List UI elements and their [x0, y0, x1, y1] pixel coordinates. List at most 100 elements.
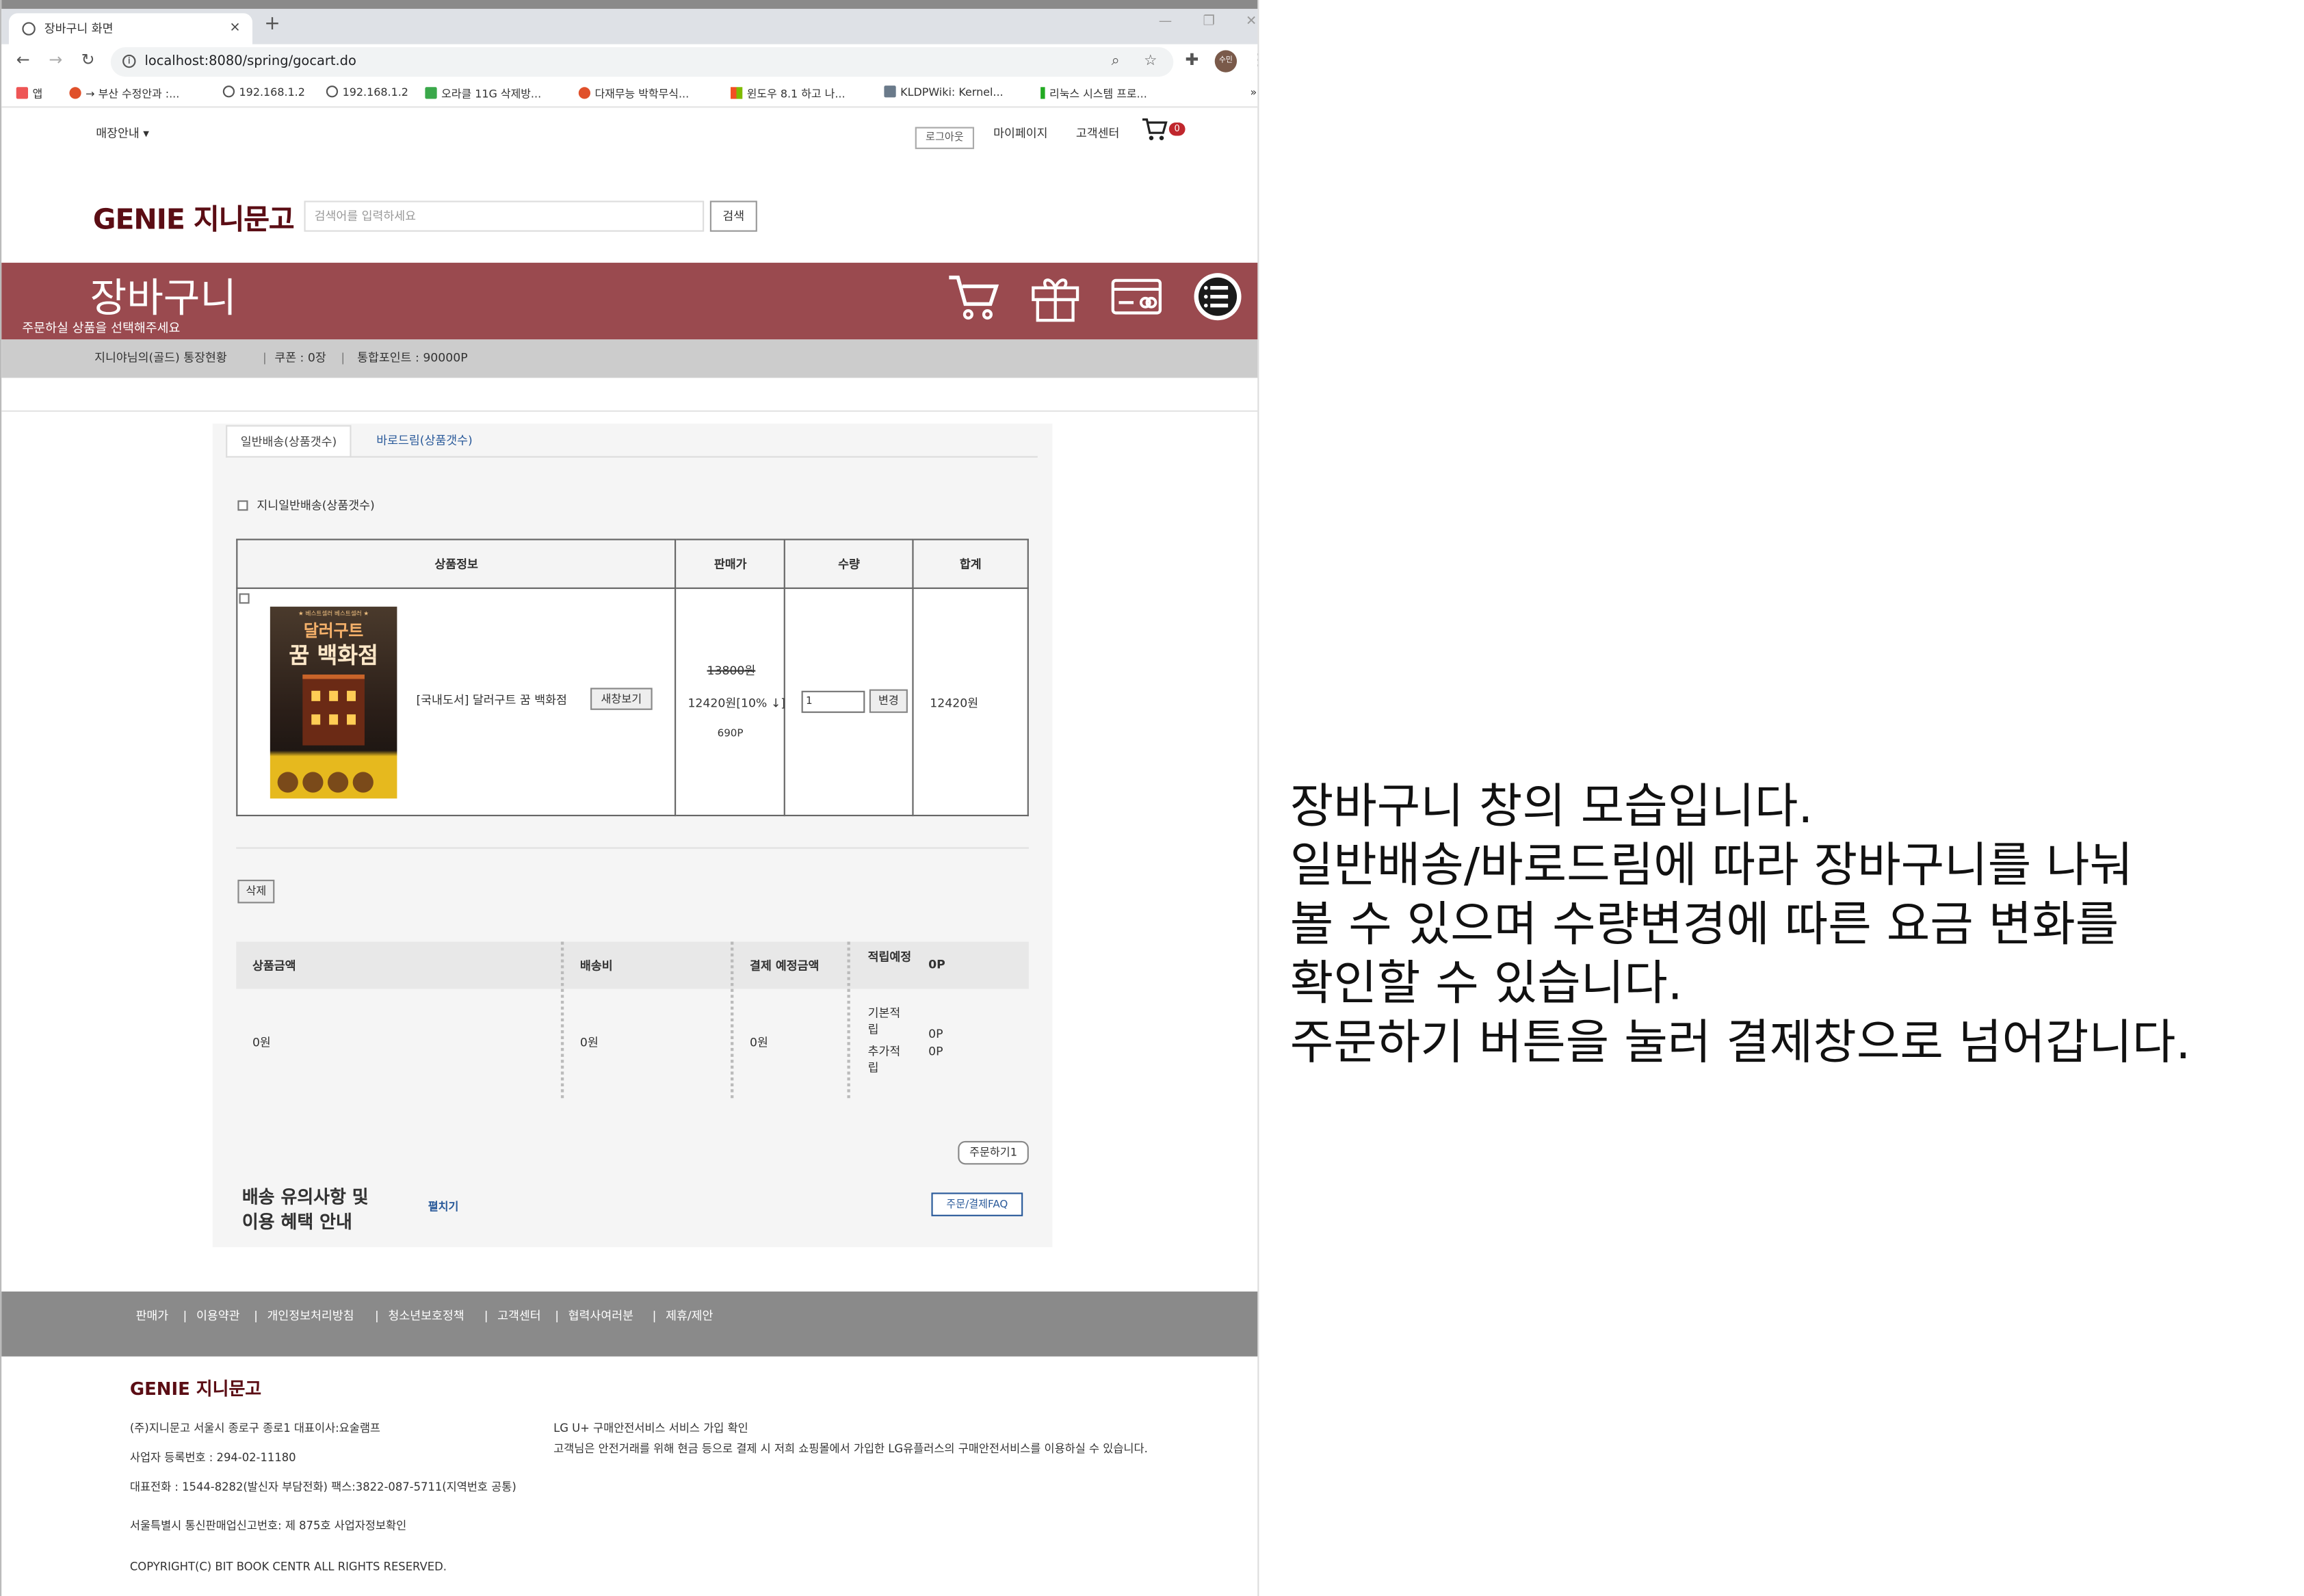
shipping-fee: 0원: [579, 1036, 599, 1050]
profile-avatar[interactable]: 수민: [1214, 50, 1238, 73]
page-subtitle: 주문하실 상품을 선택해주세요: [22, 322, 181, 337]
divider: |: [652, 1309, 657, 1323]
divider: [560, 941, 564, 1099]
list-price: 13800원: [707, 664, 756, 678]
menu-dots-icon[interactable]: ⋮: [1250, 50, 1257, 69]
basic-points-label: 기본적립: [867, 1006, 901, 1036]
minimize-icon[interactable]: —: [1159, 15, 1172, 30]
tab-underline: [226, 456, 1038, 458]
bookmark-item[interactable]: 192.168.1.2: [326, 86, 408, 99]
back-icon[interactable]: ←: [16, 50, 30, 69]
tab-pickup[interactable]: 바로드림(상품갯수): [363, 425, 486, 457]
basic-points-value: 0P: [928, 1027, 943, 1041]
bookmark-item[interactable]: KLDPWiki: Kernel...: [884, 86, 1004, 99]
cover-illustration: [302, 675, 365, 746]
bookmark-apps[interactable]: 앱: [16, 86, 42, 102]
bookmark-item[interactable]: 윈도우 8.1 하고 나...: [731, 86, 846, 102]
store-menu[interactable]: 매장안내 ▾: [96, 125, 149, 142]
address-bar: ← → ↻ i localhost:8080/spring/gocart.do …: [1, 44, 1258, 81]
business-number: 사업자 등록번호 : 294-02-11180: [129, 1450, 296, 1465]
bookmark-item[interactable]: → 부산 수정안과 :...: [69, 86, 179, 102]
footer-link[interactable]: 청소년보호정책: [388, 1292, 464, 1342]
mypage-link[interactable]: 마이페이지: [993, 125, 1047, 142]
search-input[interactable]: 검색어를 입력하세요: [304, 200, 705, 232]
summary-label: 결제 예정금액: [750, 959, 820, 973]
expand-link[interactable]: 펼치기: [428, 1199, 459, 1215]
star-icon[interactable]: ☆: [1144, 47, 1157, 77]
stage: 장바구니 화면 × + — ❐ ✕ ← → ↻ i localhost:8080…: [0, 0, 2304, 1596]
footer-link[interactable]: 개인정보처리방침: [267, 1292, 354, 1342]
quantity-input[interactable]: 1: [801, 690, 865, 714]
browser-window: 장바구니 화면 × + — ❐ ✕ ← → ↻ i localhost:8080…: [0, 0, 1259, 1596]
faq-button[interactable]: 주문/결제FAQ: [931, 1192, 1023, 1216]
summary-label: 배송비: [579, 959, 613, 973]
footer-link[interactable]: 판매가: [135, 1292, 168, 1342]
divider: [731, 941, 734, 1099]
support-link[interactable]: 고객센터: [1076, 125, 1120, 142]
bookmark-item[interactable]: 리눅스 시스템 프로...: [1040, 86, 1147, 102]
tab-title: 장바구니 화면: [44, 22, 114, 36]
new-tab-button[interactable]: +: [264, 13, 280, 35]
cover-badges: [277, 770, 378, 798]
tab-close-icon[interactable]: ×: [229, 13, 240, 44]
delete-button[interactable]: 삭제: [237, 879, 275, 904]
column-header: 합계: [912, 538, 1029, 589]
cart-icon[interactable]: [1141, 118, 1168, 148]
card-icon: [1111, 278, 1162, 315]
bookmarks-bar: 앱 → 부산 수정안과 :... 192.168.1.2 192.168.1.2…: [1, 81, 1258, 108]
select-all-checkbox[interactable]: [237, 500, 248, 511]
restore-icon[interactable]: ❐: [1203, 15, 1214, 30]
item-total: 12420원: [930, 696, 979, 710]
divider: |: [341, 351, 345, 365]
cart-count-badge: 0: [1168, 122, 1186, 136]
bookmark-item[interactable]: 192.168.1.2: [222, 86, 305, 99]
bookmark-item[interactable]: 오라클 11G 삭제방...: [425, 86, 541, 102]
zoom-icon[interactable]: ⌕: [1112, 47, 1120, 77]
footer-links-bar: 판매가 | 이용약관 | 개인정보처리방침 | 청소년보호정책 | 고객센터 |…: [1, 1291, 1258, 1357]
footer-link[interactable]: 고객센터: [497, 1292, 541, 1342]
list-menu-icon: [1194, 273, 1242, 321]
account-status: 지니야님의(골드) 통장현황: [94, 351, 227, 365]
divider: [1, 410, 1258, 412]
site-info-icon[interactable]: i: [122, 54, 136, 68]
book-cover-image[interactable]: ★ 베스트셀러 베스트셀러 ★ 달러구트 꿈 백화점: [270, 606, 397, 799]
member-status-bar: 지니야님의(골드) 통장현황 | 쿠폰 : 0장 | 통합포인트 : 90000…: [1, 339, 1258, 378]
sale-price: 12420원[10% ↓]: [688, 696, 786, 710]
new-window-button[interactable]: 새창보기: [590, 688, 653, 710]
tab-bar: 장바구니 화면 × + — ❐ ✕: [1, 8, 1258, 44]
lg-service-title: LG U+ 구매안전서비스 서비스 가입 확인: [553, 1421, 748, 1435]
bookmark-more[interactable]: »: [1250, 86, 1257, 99]
footer-link[interactable]: 제휴/제안: [666, 1292, 713, 1342]
summary-label: 0P: [928, 958, 945, 971]
footer-link[interactable]: 이용약관: [196, 1292, 240, 1342]
cover-series: ★ 베스트셀러 베스트셀러 ★: [298, 610, 369, 617]
product-name[interactable]: [국내도서] 달러구트 꿈 백화점: [416, 692, 567, 709]
divider: |: [375, 1309, 379, 1323]
cart-banner: 장바구니 주문하실 상품을 선택해주세요: [1, 263, 1258, 340]
earned-points: 690P: [717, 727, 744, 740]
globe-icon: [22, 22, 36, 36]
bookmark-item[interactable]: 다재무능 박학무식...: [578, 86, 689, 102]
site-logo[interactable]: GENIE 지니문고: [93, 198, 295, 237]
forward-icon[interactable]: →: [49, 50, 62, 69]
logout-button[interactable]: 로그아웃: [915, 127, 975, 149]
item-checkbox[interactable]: [239, 593, 250, 604]
gift-icon: [1032, 278, 1079, 322]
extensions-icon[interactable]: ✚: [1186, 50, 1199, 69]
url-field[interactable]: i localhost:8080/spring/gocart.do ⌕ ☆: [110, 47, 1174, 77]
change-quantity-button[interactable]: 변경: [869, 689, 908, 714]
footer-link[interactable]: 협력사여러분: [568, 1292, 633, 1342]
reload-icon[interactable]: ↻: [81, 50, 95, 69]
tab-standard-delivery[interactable]: 일반배송(상품갯수): [226, 425, 352, 458]
company-info: (주)지니문고 서울시 종로구 종로1 대표이사:요술램프: [129, 1421, 380, 1435]
cart-step-icon: [949, 275, 999, 320]
divider: [847, 941, 850, 1099]
divider: [236, 847, 1029, 849]
window-close-icon[interactable]: ✕: [1246, 15, 1257, 30]
order-button[interactable]: 주문하기1: [958, 1140, 1029, 1165]
cover-title-line2: 꿈 백화점: [289, 642, 378, 669]
column-header: 판매가: [675, 538, 786, 589]
browser-tab[interactable]: 장바구니 화면 ×: [8, 13, 252, 44]
search-button[interactable]: 검색: [709, 200, 757, 232]
divider: |: [183, 1309, 187, 1323]
